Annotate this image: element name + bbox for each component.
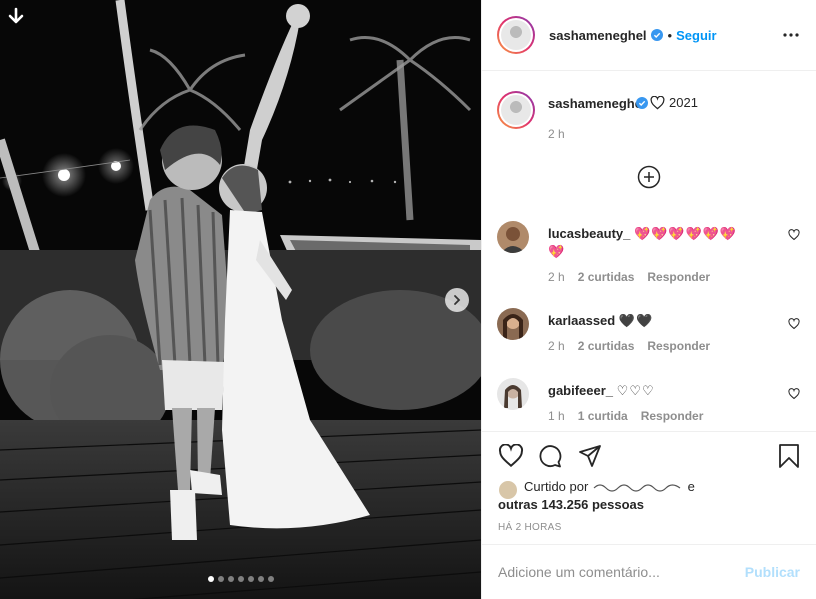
reply-button[interactable]: Responder (647, 270, 710, 284)
comment-body: karlaassed 🖤🖤 (548, 312, 748, 330)
comment-like-heart-icon[interactable] (788, 318, 800, 330)
add-comment-bar: Publicar (482, 544, 816, 599)
comment-body: lucasbeauty_ 💖💖💖💖💖💖💖 (548, 225, 748, 261)
comment-username[interactable]: karlaassed (548, 313, 615, 328)
scribbled-username (593, 484, 681, 492)
paper-plane-icon[interactable] (578, 444, 602, 468)
heart-icon[interactable] (498, 443, 524, 468)
comment-input[interactable] (498, 564, 745, 580)
chevron-right-icon[interactable] (445, 288, 469, 312)
comment-time: 1 h (548, 409, 565, 423)
comment-like-heart-icon[interactable] (788, 229, 800, 241)
bookmark-icon[interactable] (778, 444, 802, 468)
follow-button[interactable]: Seguir (676, 28, 716, 43)
arrow-down-icon[interactable] (6, 6, 26, 26)
post-actions: Curtido por e outras 143.256 pessoas HÁ … (482, 431, 816, 544)
commenter-avatar[interactable] (497, 221, 529, 253)
post-photo[interactable] (0, 0, 481, 599)
comment-username[interactable]: lucasbeauty_ (548, 226, 630, 241)
comments-list[interactable]: sashameneghel 2021 2 h lucasbeauty_ 💖💖💖💖… (482, 71, 816, 431)
plus-circle-icon[interactable] (637, 165, 661, 189)
comment-icon[interactable] (538, 444, 562, 468)
carousel-dot (247, 576, 254, 582)
comment-item: karlaassed 🖤🖤 2 h 2 curtidas Responder (497, 308, 800, 368)
carousel-indicator (0, 576, 481, 582)
comment-text: ♡♡♡ (616, 383, 655, 398)
caption-username[interactable]: sashameneghel (548, 96, 646, 111)
publish-button[interactable]: Publicar (745, 564, 800, 580)
comment-likes[interactable]: 2 curtidas (578, 270, 635, 284)
verified-badge-icon (650, 29, 663, 41)
comment-username[interactable]: gabifeeer_ (548, 383, 613, 398)
comment-meta: 2 h 2 curtidas Responder (548, 339, 710, 353)
commenter-avatar[interactable] (497, 308, 529, 340)
author-avatar[interactable] (497, 16, 535, 54)
caption-time: 2 h (548, 127, 565, 141)
comment-meta: 2 h 2 curtidas Responder (548, 270, 710, 284)
post-image (0, 0, 481, 599)
more-horizontal-icon[interactable] (782, 30, 800, 40)
carousel-dot (257, 576, 264, 582)
heart-outline-icon (650, 95, 665, 109)
comment-item: lucasbeauty_ 💖💖💖💖💖💖💖 2 h 2 curtidas Resp… (497, 221, 800, 301)
liked-by-line: Curtido por e (524, 478, 695, 496)
carousel-dot (237, 576, 244, 582)
carousel-dot (267, 576, 274, 582)
post-caption: sashameneghel 2021 2 h (482, 71, 816, 159)
reply-button[interactable]: Responder (641, 409, 704, 423)
separator-dot: • (667, 27, 673, 43)
carousel-dot (207, 576, 214, 582)
caption-text-wrap: 2021 (650, 95, 698, 110)
commenter-avatar[interactable] (497, 378, 529, 410)
instagram-post-modal: sashameneghel • Seguir sashameneghel 202… (0, 0, 816, 599)
comment-time: 2 h (548, 270, 565, 284)
comment-likes[interactable]: 2 curtidas (578, 339, 635, 353)
comment-likes[interactable]: 1 curtida (578, 409, 628, 423)
caption-text: 2021 (669, 95, 698, 110)
post-details-panel: sashameneghel • Seguir sashameneghel 202… (481, 0, 816, 599)
comment-like-heart-icon[interactable] (788, 388, 800, 400)
reply-button[interactable]: Responder (647, 339, 710, 353)
comment-meta: 1 h 1 curtida Responder (548, 409, 703, 423)
carousel-dot (217, 576, 224, 582)
post-header: sashameneghel • Seguir (482, 0, 816, 71)
liked-by-prefix: Curtido por (524, 479, 589, 494)
caption-avatar[interactable] (497, 91, 535, 129)
liked-by-others[interactable]: outras 143.256 pessoas (498, 496, 644, 514)
author-username[interactable]: sashameneghel (549, 28, 647, 43)
carousel-dot (227, 576, 234, 582)
post-time[interactable]: HÁ 2 HORAS (498, 522, 562, 533)
comment-time: 2 h (548, 339, 565, 353)
comment-body: gabifeeer_ ♡♡♡ (548, 382, 748, 400)
liked-by-suffix: e (687, 479, 695, 494)
comment-text: 🖤🖤 (618, 313, 654, 328)
comment-item: gabifeeer_ ♡♡♡ 1 h 1 curtida Responder (497, 378, 800, 431)
verified-badge-icon (636, 97, 648, 109)
